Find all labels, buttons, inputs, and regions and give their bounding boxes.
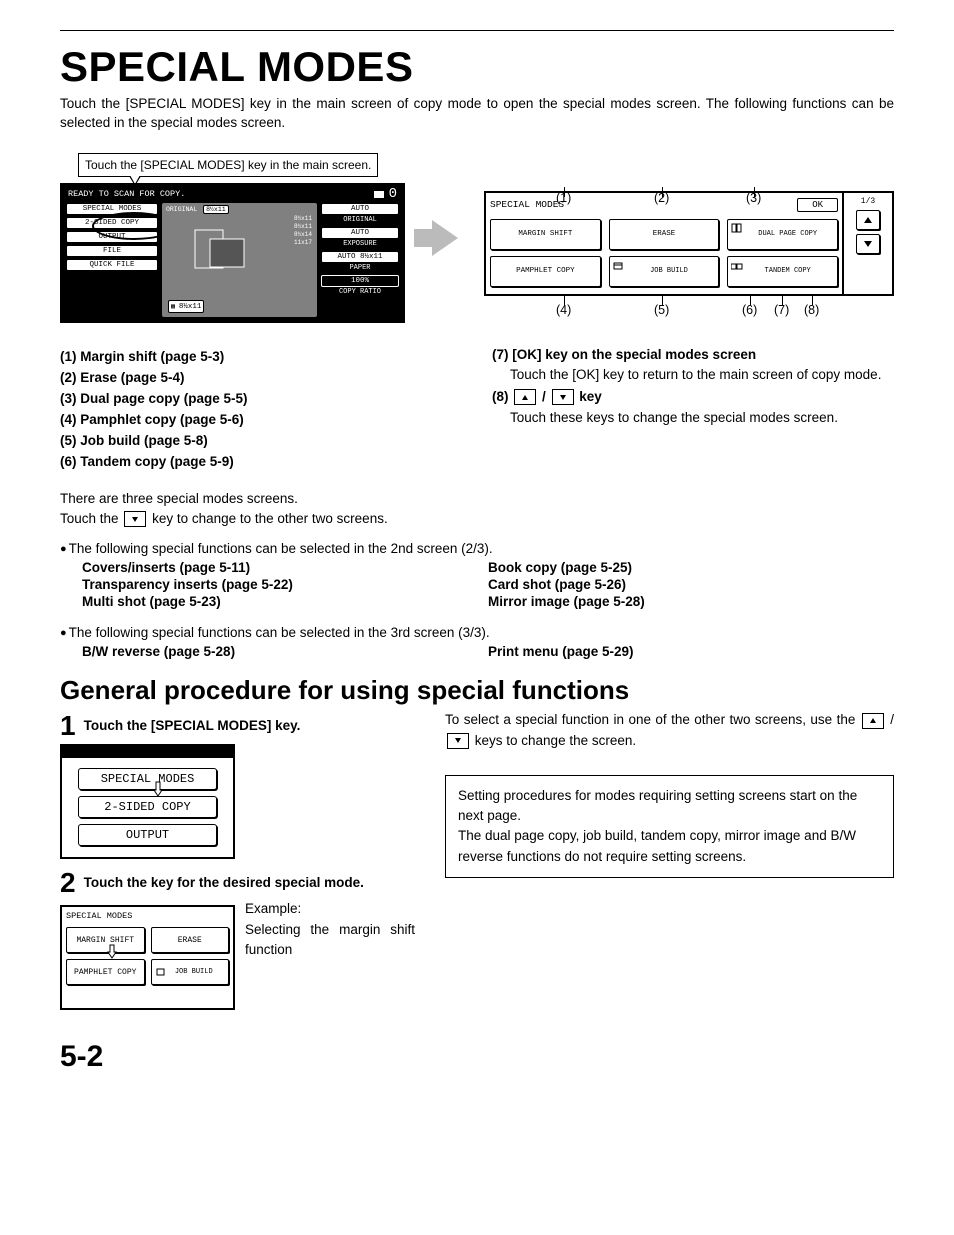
arrow-down-key-icon (552, 389, 574, 405)
arrow-up-icon (863, 216, 873, 224)
folder-icon (373, 189, 385, 199)
arrow-up-key-icon (514, 389, 536, 405)
tip-callout: Touch the [SPECIAL MODES] key in the mai… (78, 153, 378, 177)
job-build-button[interactable]: JOB BUILD (609, 256, 720, 287)
step-1-number: 1 (60, 712, 76, 740)
two-sided-copy-button[interactable]: 2-SIDED COPY (66, 217, 158, 229)
special-modes-button[interactable]: SPECIAL MODES (66, 203, 158, 215)
screen3-list-right: Print menu (page 5-29) (488, 642, 894, 661)
arrow-down-icon (863, 240, 873, 248)
tandem-icon (731, 260, 743, 272)
step1-figure: SPECIAL MODES 2-SIDED COPY OUTPUT (60, 744, 235, 859)
mini-job-build-button[interactable]: JOB BUILD (151, 959, 230, 985)
pamphlet-copy-button[interactable]: PAMPHLET COPY (490, 256, 601, 287)
erase-button[interactable]: ERASE (609, 219, 720, 250)
file-button[interactable]: FILE (66, 245, 158, 257)
mini-erase-button[interactable]: ERASE (151, 927, 230, 953)
callout-6: (6) (742, 303, 757, 317)
step-1-text: Touch the [SPECIAL MODES] key. (84, 712, 415, 733)
main-screen-figure: Touch the [SPECIAL MODES] key in the mai… (60, 153, 405, 323)
tandem-copy-button[interactable]: TANDEM COPY (727, 256, 838, 287)
special-modes-figure: (1) (2) (3) SPECIAL MODES OK MARGIN SHIF… (484, 153, 894, 323)
sm-title: SPECIAL MODES (490, 199, 564, 210)
callout-5: (5) (654, 303, 669, 317)
callout-7: (7) (774, 303, 789, 317)
arrow-down-key-icon (124, 511, 146, 527)
paper-auto-button[interactable]: AUTO 8½x11 (321, 251, 399, 263)
example-text: Example: Selecting the margin shift func… (245, 899, 415, 1010)
numbered-list-right: (7) [OK] key on the special modes screen… (492, 343, 894, 475)
copy-count: 0 (389, 186, 397, 202)
paper-diagram-icon (190, 225, 250, 275)
scroll-up-button[interactable] (856, 210, 880, 230)
mini-2sided-button[interactable]: 2-SIDED COPY (78, 796, 217, 818)
info-box: Setting procedures for modes requiring s… (445, 775, 894, 878)
bullet-screen3: The following special functions can be s… (60, 625, 894, 640)
exposure-auto-button[interactable]: AUTO (321, 227, 399, 239)
step-2-number: 2 (60, 869, 76, 897)
ready-label: READY TO SCAN FOR COPY. (68, 189, 185, 199)
mini-pamphlet-button[interactable]: PAMPHLET COPY (66, 959, 145, 985)
dual-page-icon (731, 223, 743, 235)
screen3-list-left: B/W reverse (page 5-28) (82, 642, 488, 661)
screen2-list-right: Book copy (page 5-25) Card shot (page 5-… (488, 558, 894, 611)
flow-arrow-icon (417, 153, 472, 323)
quick-file-button[interactable]: QUICK FILE (66, 259, 158, 271)
page-number: 5-2 (60, 1040, 894, 1074)
screen2-list-left: Covers/inserts (page 5-11) Transparency … (82, 558, 488, 611)
callout-4: (4) (556, 303, 571, 317)
hand-pointer-icon (105, 943, 121, 961)
job-build-icon (156, 967, 166, 977)
mini-special-modes-button[interactable]: SPECIAL MODES (78, 768, 217, 790)
arrow-up-key-icon (862, 713, 884, 729)
copier-main-screen: READY TO SCAN FOR COPY. 0 SPECIAL MODES … (60, 183, 405, 323)
numbered-list-left: (1) Margin shift (page 5-3) (2) Erase (p… (60, 343, 462, 475)
step-2-text: Touch the key for the desired special mo… (84, 869, 415, 890)
ok-button[interactable]: OK (797, 198, 838, 212)
mini-margin-shift-button[interactable]: MARGIN SHIFT (66, 927, 145, 953)
page-title: SPECIAL MODES (60, 43, 894, 91)
step2-figure: SPECIAL MODES MARGIN SHIFT ERASE PAMPHLE… (60, 905, 235, 1010)
mini-output-button[interactable]: OUTPUT (78, 824, 217, 846)
output-button[interactable]: OUTPUT (66, 231, 158, 243)
screens-count-text: There are three special modes screens. T… (60, 489, 894, 530)
margin-shift-button[interactable]: MARGIN SHIFT (490, 219, 601, 250)
copy-ratio-button[interactable]: 100% (321, 275, 399, 287)
page-indicator: 1/3 (861, 197, 875, 206)
bullet-screen2: The following special functions can be s… (60, 541, 894, 556)
arrow-down-key-icon (447, 733, 469, 749)
change-screen-text: To select a special function in one of t… (445, 710, 894, 751)
original-auto-button[interactable]: AUTO (321, 203, 399, 215)
scroll-down-button[interactable] (856, 234, 880, 254)
callout-8: (8) (804, 303, 819, 317)
subheading: General procedure for using special func… (60, 675, 894, 706)
job-build-icon (613, 260, 625, 272)
intro-text: Touch the [SPECIAL MODES] key in the mai… (60, 95, 894, 133)
dual-page-copy-button[interactable]: DUAL PAGE COPY (727, 219, 838, 250)
paper-size-button[interactable]: ▦ 8½x11 (168, 300, 204, 313)
